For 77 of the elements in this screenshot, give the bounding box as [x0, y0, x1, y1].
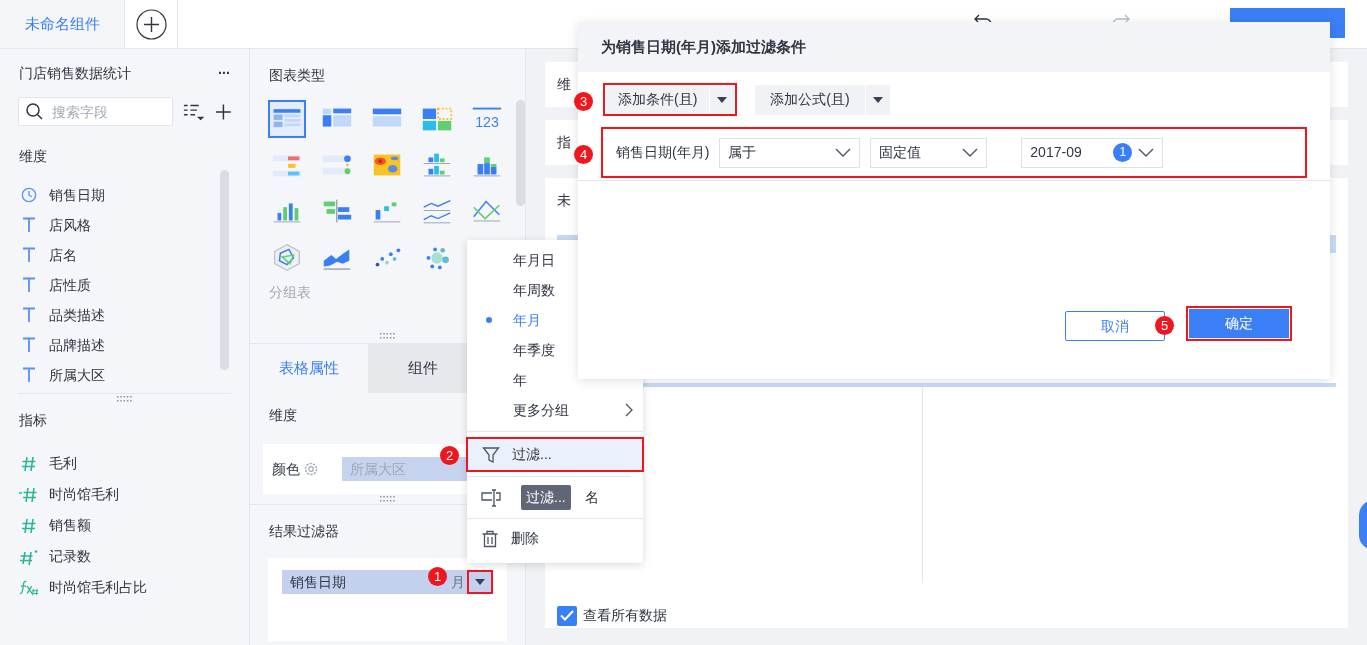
field-item[interactable]: 销售日期: [0, 180, 220, 210]
field-item[interactable]: 时尚馆毛利占比: [0, 572, 249, 603]
section-heading: 结果过滤器: [269, 522, 339, 541]
text-type-icon: [22, 277, 36, 293]
hash-icon: [21, 455, 37, 472]
caret-icon: [475, 579, 485, 585]
field-item[interactable]: 时尚馆毛利: [0, 479, 249, 510]
field-item[interactable]: 所属大区: [0, 360, 220, 390]
section-heading: 维度: [18, 147, 48, 166]
dialog-title: 为销售日期(年月)添加过滤条件: [601, 36, 806, 57]
rename-icon: [481, 488, 501, 507]
chevron-down-icon: [962, 147, 979, 158]
more-button[interactable]: ···: [218, 63, 230, 84]
resize-handle-icon[interactable]: [379, 333, 396, 339]
menu-item[interactable]: 过滤...: [466, 437, 644, 472]
section-heading: 维度: [269, 406, 297, 425]
clock-icon: [21, 186, 37, 204]
caret-icon: [872, 96, 883, 103]
settings-icon[interactable]: [304, 462, 318, 476]
scrollbar[interactable]: [516, 100, 525, 206]
search-icon: [26, 103, 43, 120]
field-item[interactable]: 店性质: [0, 270, 220, 300]
text-type-icon: [22, 217, 36, 233]
color-label: 颜色: [272, 458, 318, 480]
section-heading: 指标: [18, 411, 48, 430]
field-item[interactable]: 毛利: [0, 448, 249, 479]
text-type-icon: [22, 337, 36, 353]
menu-item[interactable]: 更多分组: [467, 395, 643, 425]
add-formula-dropdown[interactable]: [865, 84, 890, 115]
condition-field: 销售日期(年月): [616, 142, 710, 163]
filter-icon: [482, 445, 500, 464]
search-field[interactable]: 搜索字段: [18, 97, 173, 126]
component-tab[interactable]: 未命名组件: [0, 0, 125, 48]
derived-hash-icon: [19, 486, 39, 503]
formula-icon: [19, 578, 39, 597]
add-icon[interactable]: [216, 103, 231, 120]
chart-type-label: 分组表: [269, 283, 311, 302]
text-type-icon: [22, 367, 36, 383]
field-item[interactable]: 店名: [0, 240, 220, 270]
operator-select[interactable]: 属于: [719, 137, 861, 168]
menu-item[interactable]: 删除: [467, 518, 643, 558]
count-badge: 1: [1113, 143, 1133, 162]
add-condition-button[interactable]: 添加条件(且): [606, 86, 710, 113]
tooltip: 过滤...: [521, 485, 571, 510]
add-tab-icon[interactable]: [135, 8, 167, 40]
count-hash-icon: [19, 548, 39, 565]
trash-icon: [481, 529, 499, 548]
confirm-button[interactable]: 确定: [1189, 309, 1289, 338]
add-formula-button[interactable]: 添加公式(且): [755, 84, 865, 115]
menu-item-text: 名: [585, 488, 599, 507]
field-item[interactable]: 记录数: [0, 541, 249, 572]
resize-handle-icon[interactable]: [379, 496, 396, 502]
field-item[interactable]: 店风格: [0, 210, 220, 240]
section-heading: 图表类型: [268, 66, 326, 85]
chevron-down-icon: [835, 147, 852, 158]
value-type-select[interactable]: 固定值: [870, 137, 988, 168]
add-condition-dropdown[interactable]: [710, 86, 735, 113]
checkbox-label: 查看所有数据: [583, 606, 667, 625]
chevron-right-icon: [625, 403, 633, 417]
check-icon: [560, 610, 574, 621]
scrollbar[interactable]: [220, 170, 229, 370]
dropdown-button[interactable]: [467, 570, 493, 594]
resize-handle-icon[interactable]: [116, 396, 133, 402]
value-select[interactable]: 2017-09 1: [1021, 137, 1164, 168]
field-item[interactable]: 销售额: [0, 510, 249, 541]
table-title: 未: [557, 191, 572, 210]
text-type-icon: [22, 307, 36, 323]
chevron-down-icon: [1138, 147, 1155, 158]
field-item[interactable]: 品类描述: [0, 300, 220, 330]
field-item[interactable]: 品牌描述: [0, 330, 220, 360]
text-type-icon: [22, 247, 36, 263]
dataset-title: 门店销售数据统计: [19, 64, 131, 83]
caret-icon: [717, 96, 728, 103]
checkbox[interactable]: [557, 605, 577, 626]
chart-type-button[interactable]: [268, 100, 306, 138]
hash-icon: [21, 517, 37, 534]
date-group-text: 月: [451, 572, 465, 592]
